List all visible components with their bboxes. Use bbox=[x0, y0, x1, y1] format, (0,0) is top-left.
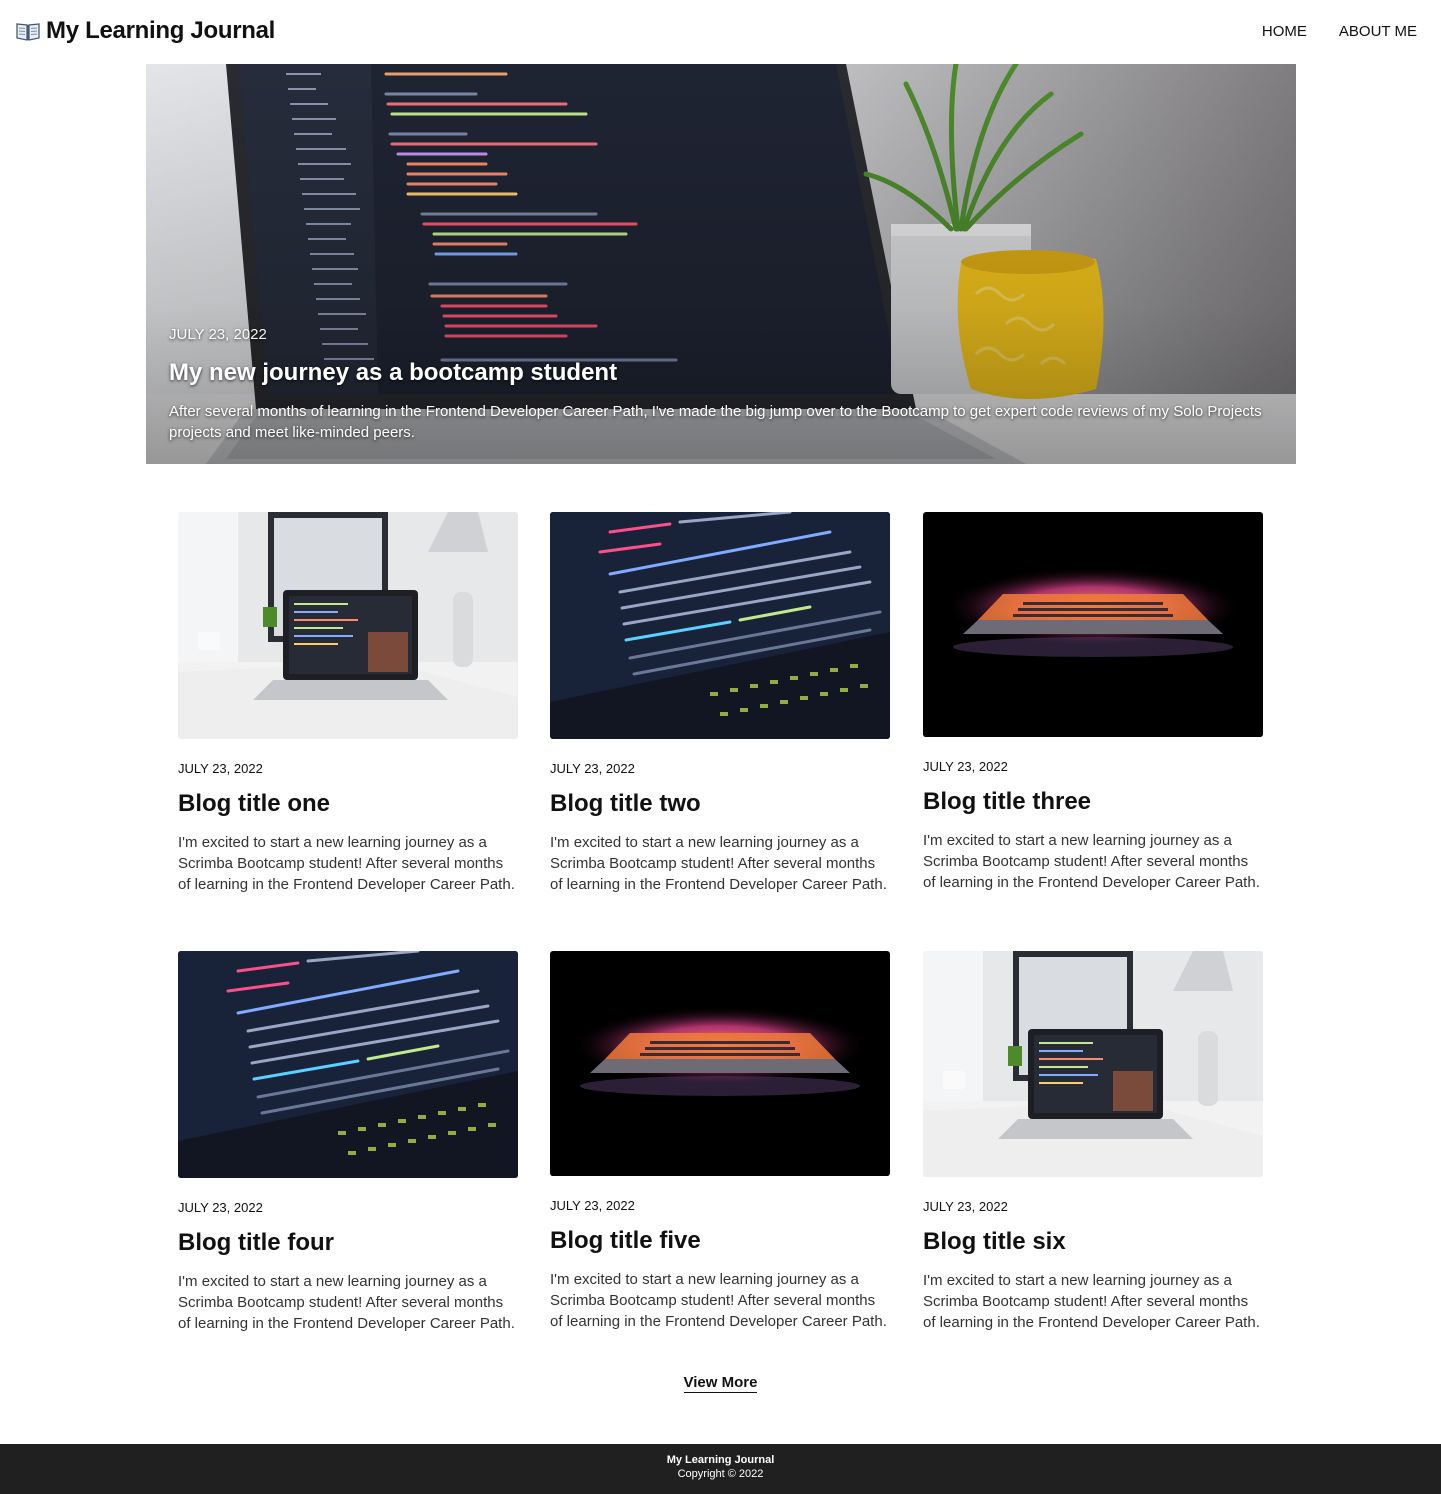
site-title: My Learning Journal bbox=[46, 17, 276, 44]
blog-title[interactable]: Blog title six bbox=[923, 1228, 1263, 1256]
blog-date: JULY 23, 2022 bbox=[550, 1198, 635, 1213]
blog-date: JULY 23, 2022 bbox=[923, 759, 1008, 774]
hero-title[interactable]: My new journey as a bootcamp student bbox=[169, 359, 1279, 387]
footer-title: My Learning Journal bbox=[666, 1454, 775, 1466]
blog-title[interactable]: Blog title five bbox=[550, 1227, 890, 1255]
blog-date: JULY 23, 2022 bbox=[178, 761, 263, 776]
blog-thumbnail-image bbox=[550, 512, 890, 739]
view-more-container: View More bbox=[0, 1374, 1441, 1393]
blog-thumbnail-image bbox=[178, 512, 518, 739]
blog-title[interactable]: Blog title three bbox=[923, 788, 1263, 816]
blog-thumbnail-image bbox=[923, 512, 1263, 737]
hero-featured-post[interactable]: JULY 23, 2022 My new journey as a bootca… bbox=[146, 64, 1296, 464]
nav-home-link[interactable]: HOME bbox=[1262, 23, 1307, 40]
blog-title[interactable]: Blog title one bbox=[178, 790, 518, 818]
blog-thumbnail-image bbox=[550, 951, 890, 1176]
nav-about-link[interactable]: ABOUT ME bbox=[1339, 23, 1417, 40]
footer-copyright: Copyright © 2022 bbox=[677, 1468, 764, 1480]
blog-thumbnail-image bbox=[178, 951, 518, 1178]
blog-card[interactable]: JULY 23, 2022 Blog title five I'm excite… bbox=[550, 951, 890, 1332]
blog-date: JULY 23, 2022 bbox=[550, 761, 635, 776]
blog-excerpt: I'm excited to start a new learning jour… bbox=[550, 1271, 887, 1330]
blog-excerpt: I'm excited to start a new learning jour… bbox=[178, 1273, 515, 1332]
hero-date: JULY 23, 2022 bbox=[169, 326, 267, 343]
main-nav: HOME ABOUT ME bbox=[1262, 23, 1417, 40]
hero-description: After several months of learning in the … bbox=[169, 403, 1262, 441]
hero-text: JULY 23, 2022 My new journey as a bootca… bbox=[169, 326, 1279, 443]
site-header: My Learning Journal HOME ABOUT ME bbox=[0, 0, 1441, 64]
blog-card[interactable]: JULY 23, 2022 Blog title three I'm excit… bbox=[923, 512, 1263, 893]
blog-excerpt: I'm excited to start a new learning jour… bbox=[550, 834, 887, 893]
blog-excerpt: I'm excited to start a new learning jour… bbox=[923, 832, 1260, 891]
blog-date: JULY 23, 2022 bbox=[923, 1199, 1008, 1214]
site-footer: My Learning Journal Copyright © 2022 bbox=[0, 1444, 1441, 1494]
view-more-link[interactable]: View More bbox=[683, 1374, 758, 1393]
blog-card[interactable]: JULY 23, 2022 Blog title one I'm excited… bbox=[178, 512, 518, 895]
blog-excerpt: I'm excited to start a new learning jour… bbox=[178, 834, 515, 893]
blog-excerpt: I'm excited to start a new learning jour… bbox=[923, 1272, 1260, 1331]
blog-date: JULY 23, 2022 bbox=[178, 1200, 263, 1215]
blog-title[interactable]: Blog title two bbox=[550, 790, 890, 818]
open-book-icon bbox=[16, 23, 40, 41]
blog-card[interactable]: JULY 23, 2022 Blog title two I'm excited… bbox=[550, 512, 890, 895]
blog-card[interactable]: JULY 23, 2022 Blog title four I'm excite… bbox=[178, 951, 518, 1334]
blog-title[interactable]: Blog title four bbox=[178, 1229, 518, 1257]
blog-thumbnail-image bbox=[923, 951, 1263, 1177]
blog-card[interactable]: JULY 23, 2022 Blog title six I'm excited… bbox=[923, 951, 1263, 1333]
site-logo[interactable]: My Learning Journal bbox=[16, 17, 275, 45]
